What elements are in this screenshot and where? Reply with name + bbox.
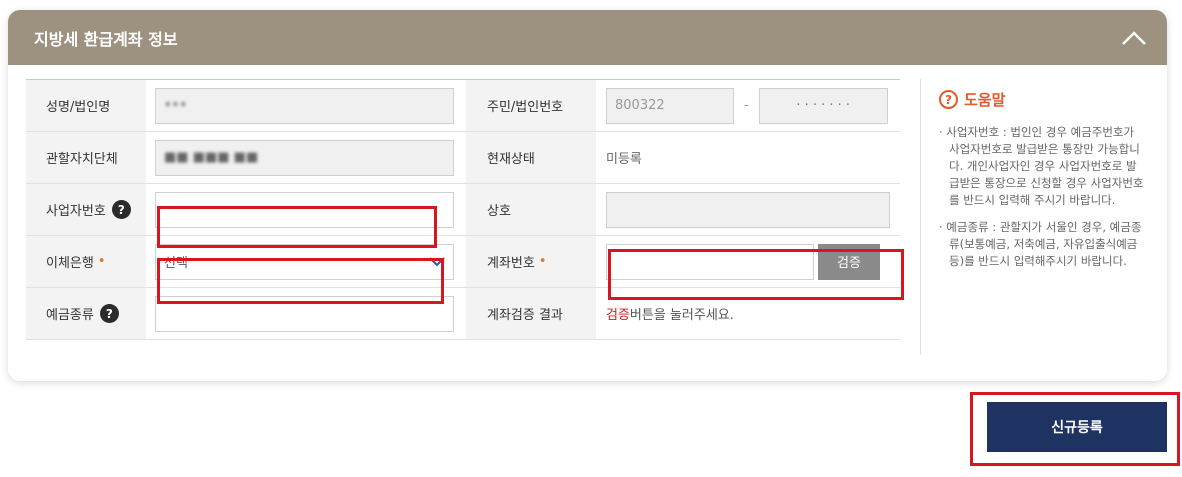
name-field: ••• bbox=[155, 87, 454, 124]
idnum-back-field: · · · · · · · bbox=[758, 87, 888, 124]
help-item-bizno: · 사업자번호 : 법인인 경우 예금주번호가 사업자번호로 발급받은 통장만 … bbox=[939, 125, 1144, 207]
panel-header: 지방세 환급계좌 정보 bbox=[8, 10, 1167, 65]
idnum-front-field: 800322 bbox=[606, 87, 734, 124]
verify-result-label: 계좌검증 결과 bbox=[466, 288, 596, 339]
bank-required-mark: • bbox=[97, 254, 106, 269]
collapse-button[interactable] bbox=[1119, 23, 1149, 53]
form-row: 사업자번호 ? 상호 bbox=[26, 184, 900, 236]
panel-title: 지방세 환급계좌 정보 bbox=[34, 29, 178, 49]
region-value: ■■ ■■■ ■■ bbox=[164, 150, 259, 165]
verify-button[interactable]: 검증 bbox=[818, 243, 880, 280]
verify-result-text: 검증버튼을 눌러주세요. bbox=[606, 304, 734, 323]
form-row: 관할자치단체 ■■ ■■■ ■■ 현재상태 미등록 bbox=[26, 132, 900, 184]
account-label: 계좌번호 bbox=[487, 256, 535, 271]
help-item-deposit: · 예금종류 : 관할지가 서울인 경우, 예금종류(보통예금, 저축예금, 자… bbox=[939, 220, 1142, 268]
deposit-help-icon[interactable]: ? bbox=[99, 304, 119, 323]
bank-selected-value: 선택 bbox=[164, 256, 188, 271]
account-required-mark: • bbox=[538, 254, 547, 269]
account-input[interactable] bbox=[606, 243, 814, 280]
status-label: 현재상태 bbox=[466, 132, 596, 183]
bizno-label: 사업자번호 bbox=[46, 204, 106, 219]
verify-result-rest: 버튼을 눌러주세요. bbox=[629, 308, 734, 323]
new-register-button[interactable]: 신규등록 bbox=[987, 402, 1167, 452]
bizno-help-icon[interactable]: ? bbox=[111, 200, 131, 219]
help-panel: ? 도움말 · 사업자번호 : 법인인 경우 예금주번호가 사업자번호로 발급받… bbox=[920, 79, 1144, 355]
form-row: 이체은행 • 선택 계좌번호 • 검증 bbox=[26, 236, 900, 288]
region-label: 관할자치단체 bbox=[26, 132, 146, 183]
company-label: 상호 bbox=[466, 184, 596, 235]
name-value: ••• bbox=[164, 98, 188, 113]
help-title-row: ? 도움말 bbox=[939, 89, 1144, 110]
idnum-back-value: · · · · · · · bbox=[796, 98, 851, 113]
form-row: 성명/법인명 ••• 주민/법인번호 800322 - · · · · · · … bbox=[26, 80, 900, 132]
name-label: 성명/법인명 bbox=[26, 80, 146, 131]
idnum-dash: - bbox=[744, 98, 749, 113]
chevron-down-icon bbox=[429, 256, 445, 266]
status-value: 미등록 bbox=[606, 152, 642, 167]
help-title: 도움말 bbox=[964, 91, 1006, 109]
refund-form-table: 성명/법인명 ••• 주민/법인번호 800322 - · · · · · · … bbox=[26, 79, 900, 340]
bizno-input[interactable] bbox=[155, 191, 454, 228]
question-circle-icon: ? bbox=[939, 90, 958, 109]
company-field bbox=[606, 191, 890, 228]
bank-label-cell: 이체은행 • bbox=[26, 236, 146, 287]
chevron-up-icon bbox=[1122, 30, 1146, 45]
bank-select[interactable]: 선택 bbox=[155, 243, 454, 280]
account-label-cell: 계좌번호 • bbox=[466, 236, 596, 287]
bizno-label-cell: 사업자번호 ? bbox=[26, 184, 146, 235]
deposit-input[interactable] bbox=[155, 295, 454, 332]
region-field: ■■ ■■■ ■■ bbox=[155, 139, 454, 176]
form-row: 예금종류 ? 계좌검증 결과 검증버튼을 눌러주세요. bbox=[26, 288, 900, 340]
idnum-label: 주민/법인번호 bbox=[466, 80, 596, 131]
bank-label: 이체은행 bbox=[46, 256, 94, 271]
idnum-front-value: 800322 bbox=[615, 98, 665, 113]
verify-result-em: 검증 bbox=[606, 308, 630, 323]
deposit-label: 예금종류 bbox=[46, 308, 94, 323]
deposit-label-cell: 예금종류 ? bbox=[26, 288, 146, 339]
